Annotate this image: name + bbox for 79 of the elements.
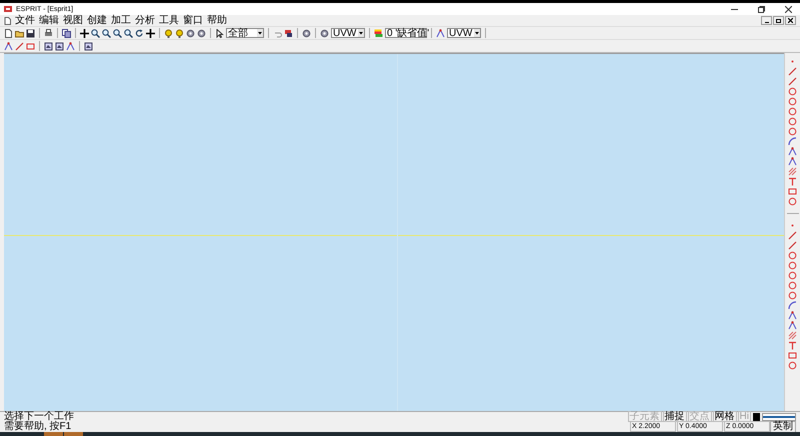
- circle-icon[interactable]: [788, 107, 797, 116]
- circle-icon[interactable]: [788, 281, 797, 290]
- circle-icon[interactable]: [788, 261, 797, 270]
- circle-icon[interactable]: [788, 127, 797, 136]
- menu-item[interactable]: 编辑: [39, 16, 59, 26]
- dropdown[interactable]: UVW: [331, 28, 365, 38]
- menu-item[interactable]: 加工: [111, 16, 131, 26]
- close-button[interactable]: [785, 16, 796, 25]
- folder-icon[interactable]: [15, 28, 24, 38]
- arc-icon[interactable]: [788, 137, 797, 146]
- menu-item[interactable]: 窗口: [183, 16, 203, 26]
- status-message: 选择下一个工作: [4, 412, 74, 422]
- rectangle-icon[interactable]: [788, 351, 797, 360]
- menu-item[interactable]: 创建: [87, 16, 107, 26]
- color-swatch[interactable]: [753, 412, 760, 420]
- circle-icon[interactable]: [788, 251, 797, 260]
- help-hint: 需要帮助, 按F1: [4, 422, 72, 432]
- magnifier-icon[interactable]: [102, 28, 111, 38]
- caret-icon[interactable]: [358, 29, 364, 37]
- toggle-button[interactable]: 捕捉: [662, 411, 687, 422]
- circle-icon[interactable]: [788, 87, 797, 96]
- refresh-icon[interactable]: [135, 28, 144, 38]
- circle-icon[interactable]: [788, 117, 797, 126]
- line-style-sample[interactable]: [762, 412, 796, 420]
- nodes-icon[interactable]: [436, 28, 445, 38]
- menu-item[interactable]: 文件: [15, 16, 35, 26]
- line-icon[interactable]: [788, 67, 797, 76]
- circle-icon[interactable]: [788, 97, 797, 106]
- nodes-icon[interactable]: [4, 42, 13, 50]
- tee-icon[interactable]: [788, 341, 797, 350]
- move-icon[interactable]: [146, 28, 155, 38]
- close-icon[interactable]: [785, 6, 792, 12]
- line-icon[interactable]: [788, 241, 797, 250]
- rectangle-icon[interactable]: [788, 187, 797, 196]
- layers-icon[interactable]: [374, 28, 383, 38]
- bulb-icon[interactable]: [175, 28, 184, 38]
- restore-icon[interactable]: [758, 6, 765, 12]
- frame-icon[interactable]: [84, 42, 93, 50]
- caret-icon[interactable]: [257, 29, 263, 37]
- move-icon[interactable]: [80, 28, 89, 38]
- restore-button[interactable]: [773, 16, 784, 25]
- menu-item[interactable]: 帮助: [207, 16, 227, 26]
- circle-icon[interactable]: [788, 271, 797, 280]
- magnifier-icon[interactable]: [113, 28, 122, 38]
- caret-icon[interactable]: [474, 29, 480, 37]
- rectangle-icon[interactable]: [26, 42, 35, 50]
- dropdown[interactable]: 全部: [226, 28, 264, 38]
- menu-item[interactable]: 分析: [135, 16, 155, 26]
- nodes-icon[interactable]: [788, 321, 797, 330]
- nodes-icon[interactable]: [66, 42, 75, 50]
- nodes-icon[interactable]: [788, 147, 797, 156]
- frame-icon[interactable]: [44, 42, 53, 50]
- toggle-button[interactable]: 网格: [712, 411, 737, 422]
- copy-icon[interactable]: [62, 28, 71, 38]
- file-icon[interactable]: [4, 28, 13, 38]
- circle-icon[interactable]: [788, 361, 797, 370]
- pointer-icon[interactable]: [215, 28, 224, 38]
- magnifier-icon[interactable]: [124, 28, 133, 38]
- frame-icon[interactable]: [55, 42, 64, 50]
- circle-icon[interactable]: [788, 291, 797, 300]
- arc-icon[interactable]: [788, 301, 797, 310]
- nodes-icon[interactable]: [788, 157, 797, 166]
- hatch-icon[interactable]: [788, 167, 797, 176]
- menu-item[interactable]: 工具: [159, 16, 179, 26]
- line-icon[interactable]: [788, 77, 797, 86]
- printer-icon[interactable]: [44, 28, 53, 38]
- tee-icon[interactable]: [788, 177, 797, 186]
- dropdown[interactable]: 0 '缺省值': [385, 28, 427, 38]
- nodes-icon[interactable]: [788, 311, 797, 320]
- hatch-icon[interactable]: [788, 331, 797, 340]
- line-icon[interactable]: [788, 231, 797, 240]
- dropdown[interactable]: UVW: [447, 28, 481, 38]
- menu-item[interactable]: 视图: [63, 16, 83, 26]
- line-icon[interactable]: [15, 42, 24, 50]
- magnifier-icon[interactable]: [91, 28, 100, 38]
- circle-icon[interactable]: [788, 197, 797, 206]
- bulb-icon[interactable]: [164, 28, 173, 38]
- minimize-button[interactable]: [761, 16, 772, 25]
- document-icon: [4, 16, 11, 24]
